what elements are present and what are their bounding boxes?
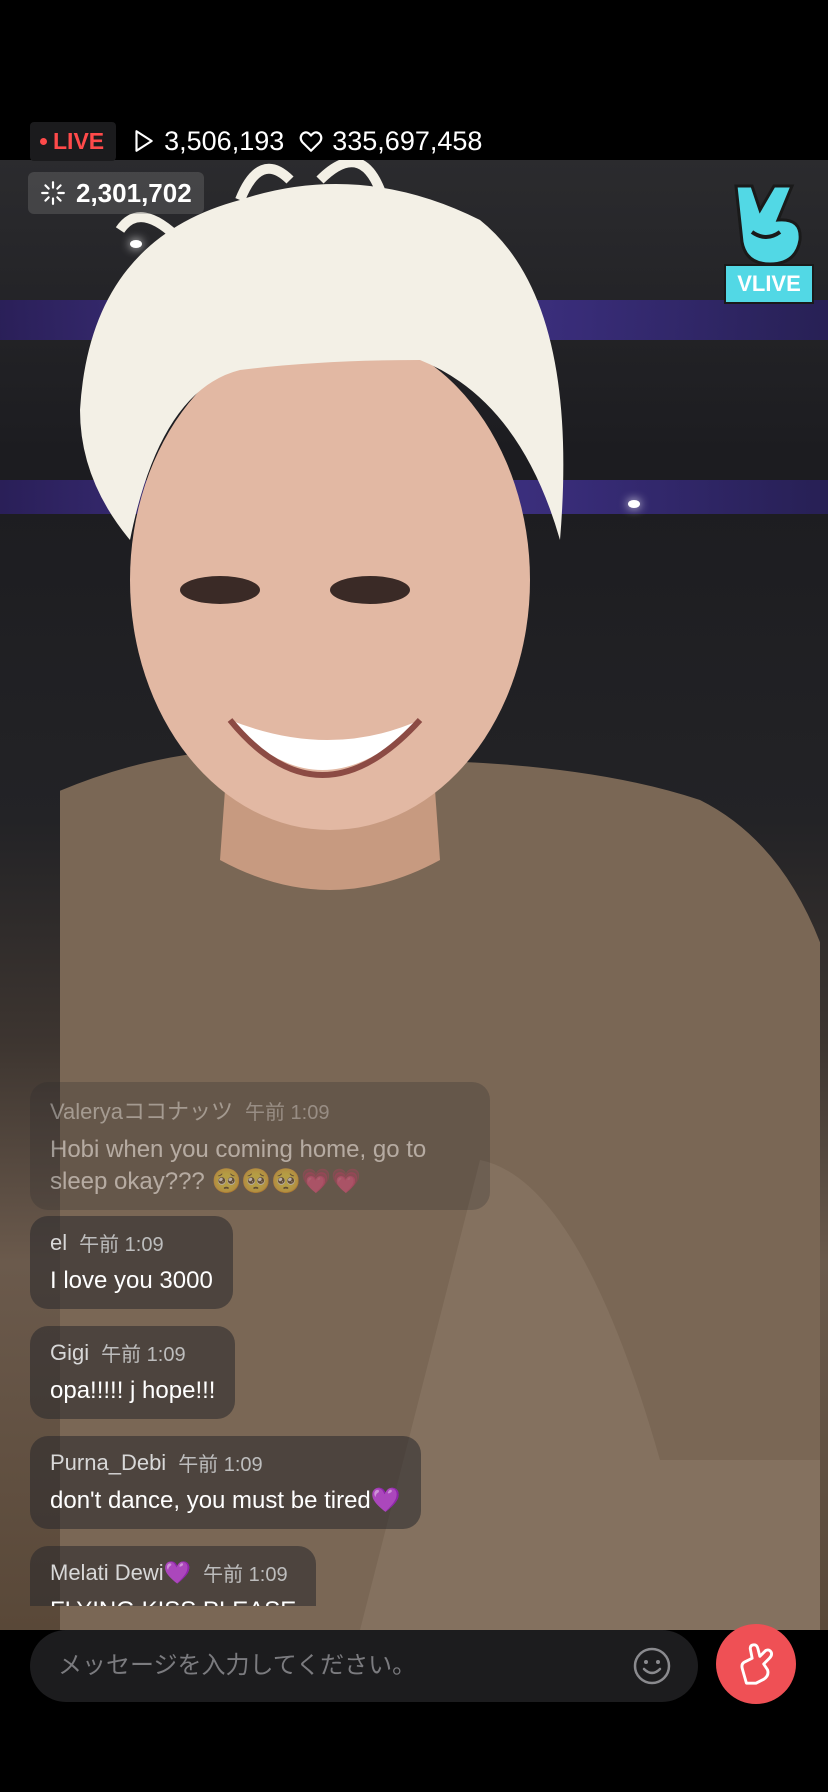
viewers-burst-icon — [41, 181, 65, 205]
finger-heart-button[interactable] — [716, 1624, 796, 1704]
viewer-count-value: 2,301,702 — [76, 177, 192, 208]
chat-message: el 午前 1:09 I love you 3000 — [30, 1216, 233, 1309]
v-hand-logo-icon — [734, 184, 802, 266]
chat-timestamp: 午前 1:09 — [101, 1344, 186, 1366]
chat-username: Melati Dewi💜 — [50, 1559, 192, 1585]
chat-timestamp: 午前 1:09 — [178, 1454, 263, 1476]
chat-timestamp: 午前 1:09 — [79, 1234, 164, 1256]
chat-text: FLYING KISS PLEASE — [50, 1595, 296, 1606]
message-input[interactable] — [56, 1651, 632, 1681]
chat-text: don't dance, you must be tired💜 — [50, 1487, 401, 1514]
chat-timestamp: 午前 1:09 — [244, 1101, 330, 1124]
chat-username: Purna_Debi — [50, 1449, 167, 1475]
chat-text: opa!!!!! j hope!!! — [50, 1377, 216, 1404]
chat-message: Gigi 午前 1:09 opa!!!!! j hope!!! — [30, 1326, 236, 1419]
chat-message: Purna_Debi 午前 1:09 don't dance, you must… — [30, 1436, 421, 1529]
viewer-count-badge: 2,301,702 — [28, 172, 204, 214]
chat-text: I love you 3000 — [50, 1267, 213, 1294]
like-count: 335,697,458 — [298, 126, 482, 157]
heart-icon — [299, 131, 323, 152]
finger-heart-icon — [740, 1643, 774, 1685]
chat-message: Melati Dewi💜 午前 1:09 FLYING KISS PLEASE — [30, 1546, 317, 1606]
smiley-icon[interactable] — [632, 1646, 672, 1686]
stream-stats-bar: LIVE 3,506,193 335,697,458 — [30, 121, 482, 161]
chat-message: Valeryaココナッツ 午前 1:09 Hobi when you comin… — [30, 1082, 490, 1210]
live-label: LIVE — [53, 127, 105, 154]
play-count-value: 3,506,193 — [164, 125, 285, 156]
live-badge: LIVE — [30, 121, 117, 161]
vlive-wordmark: VLIVE — [724, 264, 814, 304]
message-composer — [30, 1630, 698, 1702]
vlive-logo: VLIVE — [722, 180, 814, 304]
chat-text: Hobi when you coming home, go to sleep o… — [50, 1136, 427, 1195]
like-count-value: 335,697,458 — [332, 125, 483, 156]
play-icon — [135, 130, 153, 152]
chat-username: Valeryaココナッツ — [50, 1099, 233, 1124]
chat-timestamp: 午前 1:09 — [203, 1564, 288, 1586]
chat-username: el — [50, 1229, 68, 1255]
live-dot-icon — [40, 137, 47, 145]
chat-username: Gigi — [50, 1339, 90, 1365]
play-count: 3,506,193 — [130, 126, 284, 157]
